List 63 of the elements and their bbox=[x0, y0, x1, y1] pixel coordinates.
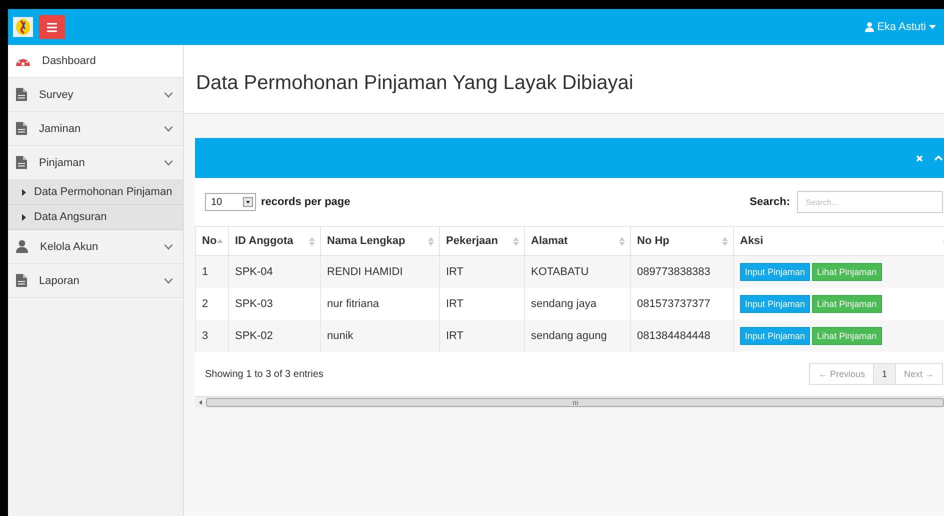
document-icon bbox=[16, 122, 27, 135]
chevron-down-icon bbox=[164, 92, 173, 98]
chevron-down-icon bbox=[164, 244, 173, 250]
chevron-down-icon bbox=[164, 126, 173, 132]
table-cell: RENDI HAMIDI bbox=[327, 266, 403, 278]
logo-icon bbox=[13, 17, 33, 37]
user-icon bbox=[865, 22, 874, 32]
table-cell: SPK-04 bbox=[235, 266, 273, 278]
chevron-down-icon bbox=[164, 278, 173, 284]
column-header[interactable]: No bbox=[196, 226, 228, 256]
caret-icon bbox=[929, 25, 936, 29]
submenu-item[interactable]: Data Angsuran bbox=[8, 205, 183, 230]
scroll-left-icon bbox=[199, 400, 202, 405]
page-size-select[interactable]: 10 bbox=[205, 193, 256, 211]
column-header[interactable]: ID Anggota bbox=[228, 226, 320, 256]
table-cell: 3 bbox=[202, 330, 208, 342]
table-cell: 089773838383 bbox=[637, 266, 710, 278]
submenu-item[interactable]: Data Permohonan Pinjaman bbox=[8, 180, 183, 205]
table-cell: SPK-03 bbox=[235, 298, 273, 310]
scrollbar-thumb[interactable] bbox=[206, 398, 944, 407]
table-cell: nur fitriana bbox=[327, 298, 379, 310]
sort-ascending-icon bbox=[217, 239, 223, 243]
table-cell: IRT bbox=[446, 298, 464, 310]
chevron-down-icon bbox=[164, 160, 173, 166]
table-cell: IRT bbox=[446, 266, 464, 278]
sort-icon bbox=[428, 236, 434, 246]
menu-button[interactable] bbox=[39, 15, 65, 39]
table-cell: 1 bbox=[202, 266, 208, 278]
pagination-button[interactable]: 1 bbox=[872, 364, 895, 384]
triangle-right-icon bbox=[22, 214, 26, 220]
table-cell: sendang agung bbox=[531, 330, 607, 342]
document-icon bbox=[16, 274, 27, 287]
sort-icon bbox=[513, 236, 519, 246]
table-cell: SPK-02 bbox=[235, 330, 273, 342]
horizontal-scrollbar[interactable] bbox=[195, 396, 944, 408]
user-icon bbox=[16, 240, 28, 253]
document-icon bbox=[16, 156, 27, 169]
table-cell: sendang jaya bbox=[531, 298, 596, 310]
table-cell: IRT bbox=[446, 330, 464, 342]
table-cell: 2 bbox=[202, 298, 208, 310]
page-size-label: records per page bbox=[261, 196, 350, 208]
table-cell: KOTABATU bbox=[531, 266, 589, 278]
table-cell: 081573737377 bbox=[637, 298, 710, 310]
sort-icon bbox=[722, 236, 728, 246]
menu-icon bbox=[47, 22, 57, 32]
chevron-up-icon[interactable] bbox=[934, 155, 943, 161]
column-header[interactable]: No Hp bbox=[630, 226, 734, 256]
triangle-right-icon bbox=[22, 188, 26, 196]
close-icon[interactable] bbox=[916, 154, 923, 162]
search-field[interactable]: Search... bbox=[797, 191, 943, 213]
table-cell: nunik bbox=[327, 330, 354, 342]
table-info: Showing 1 to 3 of 3 entries bbox=[205, 368, 324, 380]
column-header[interactable]: Pekerjaan bbox=[440, 226, 524, 256]
column-header[interactable]: Alamat bbox=[524, 226, 630, 256]
sidebar-item[interactable]: Dashboard bbox=[8, 45, 183, 78]
page-title: Data Permohonan Pinjaman Yang Layak Dibiayai bbox=[184, 45, 944, 114]
column-header[interactable]: Nama Lengkap bbox=[320, 226, 440, 256]
sort-icon bbox=[309, 236, 315, 246]
search-label: Search: bbox=[750, 196, 790, 208]
sort-icon bbox=[619, 236, 625, 246]
table-cell: 081384484448 bbox=[637, 330, 710, 342]
document-icon bbox=[16, 88, 27, 101]
grip-icon bbox=[572, 400, 578, 404]
